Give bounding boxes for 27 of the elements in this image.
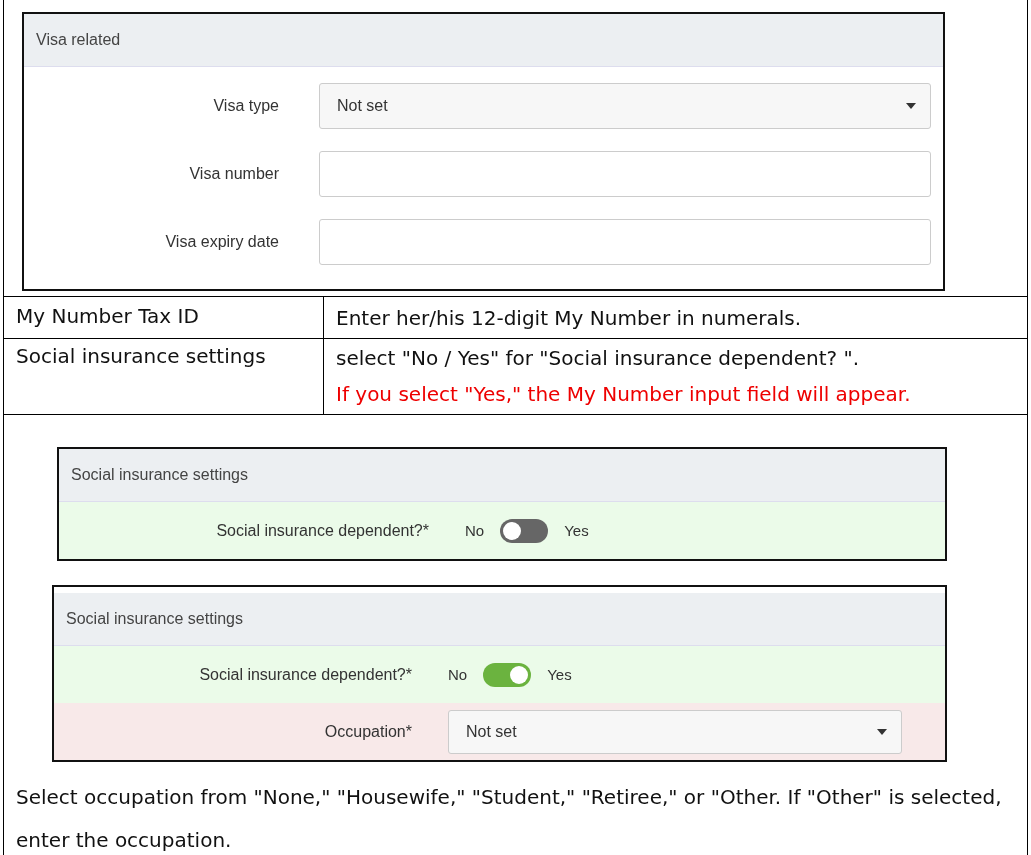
term-text: Social insurance settings [16,344,266,368]
select-dropdown[interactable]: Not set [319,83,931,129]
field-label: Social insurance dependent?* [198,665,413,684]
panel-title: Visa related [36,31,121,49]
panel-title: Social insurance settings [66,610,243,628]
panel-title: Social insurance settings [71,466,248,484]
note-text: Select occupation from "None," "Housewife," "Student," "Retiree," or "Other. If "Other" is selected, enter the occupation. [15,784,1003,854]
description-text: Enter her/his 12-digit My Number in numerals. [336,305,802,332]
field-label: Visa type [212,97,280,115]
toggle-switch[interactable] [500,518,549,543]
toggle-option-label: Yes [547,666,572,683]
field-label: Visa expiry date [164,233,280,251]
input-field[interactable] [319,219,931,265]
field-label: Social insurance dependent?* [215,521,430,540]
field-label: Visa number [188,165,280,183]
description-text: If you select "Yes," the My Number input field will appear. [336,381,911,408]
term-text: My Number Tax ID [16,304,199,328]
toggle-option-label: No [465,522,485,539]
caret-icon [906,103,916,109]
caret-icon [877,728,887,735]
input-field[interactable] [319,151,931,197]
toggle-option-label: No [448,666,468,683]
description-text: select "No / Yes" for "Social insurance dependent? ". [336,345,861,372]
select-dropdown[interactable]: Not set [448,709,902,754]
toggle-option-label: Yes [564,522,589,539]
toggle-switch[interactable] [483,662,532,687]
field-label: Occupation* [323,722,413,741]
